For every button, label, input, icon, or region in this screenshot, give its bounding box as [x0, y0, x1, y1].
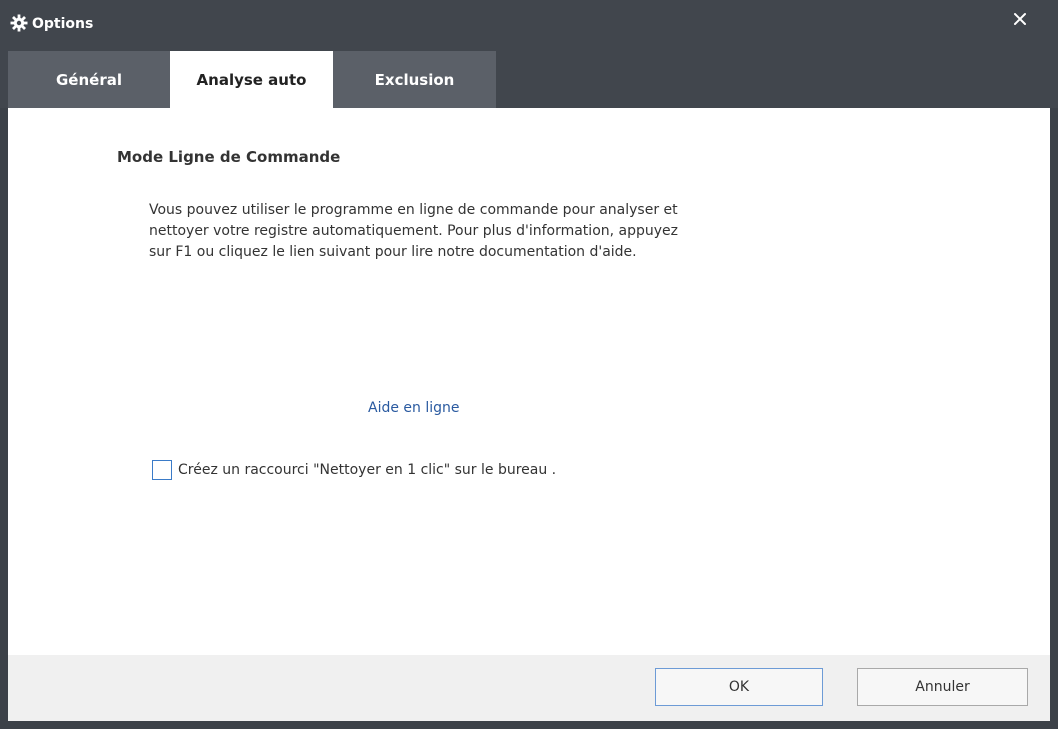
description-text: Vous pouvez utiliser le programme en lig… [149, 200, 849, 263]
tab-general-label: Général [56, 70, 122, 89]
description-line: Vous pouvez utiliser le programme en lig… [149, 202, 678, 218]
help-online-link[interactable]: Aide en ligne [368, 400, 460, 416]
description-line: sur F1 ou cliquez le lien suivant pour l… [149, 244, 637, 260]
shortcut-checkbox-label[interactable]: Créez un raccourci "Nettoyer en 1 clic" … [178, 462, 556, 478]
tab-general[interactable]: Général [8, 51, 170, 108]
close-button[interactable] [982, 0, 1058, 50]
cancel-button[interactable]: Annuler [857, 668, 1028, 706]
tab-exclusion[interactable]: Exclusion [333, 51, 496, 108]
window-title: Options [32, 16, 94, 32]
shortcut-checkbox-row[interactable]: Créez un raccourci "Nettoyer en 1 clic" … [152, 460, 556, 480]
dialog-footer: OK Annuler [8, 655, 1050, 721]
options-dialog: Options Général Analyse auto Exclusion M… [0, 0, 1058, 729]
gear-icon [10, 14, 28, 32]
title-bar[interactable]: Options [0, 0, 1058, 51]
tab-analyse-auto-label: Analyse auto [196, 70, 307, 89]
ok-button[interactable]: OK [655, 668, 823, 706]
tab-content-panel: Mode Ligne de Commande Vous pouvez utili… [8, 108, 1050, 655]
section-title: Mode Ligne de Commande [117, 148, 341, 166]
tab-exclusion-label: Exclusion [374, 70, 455, 89]
tab-analyse-auto[interactable]: Analyse auto [170, 51, 333, 108]
close-icon [1013, 12, 1027, 26]
shortcut-checkbox[interactable] [152, 460, 172, 480]
description-line: nettoyer votre registre automatiquement.… [149, 223, 678, 239]
